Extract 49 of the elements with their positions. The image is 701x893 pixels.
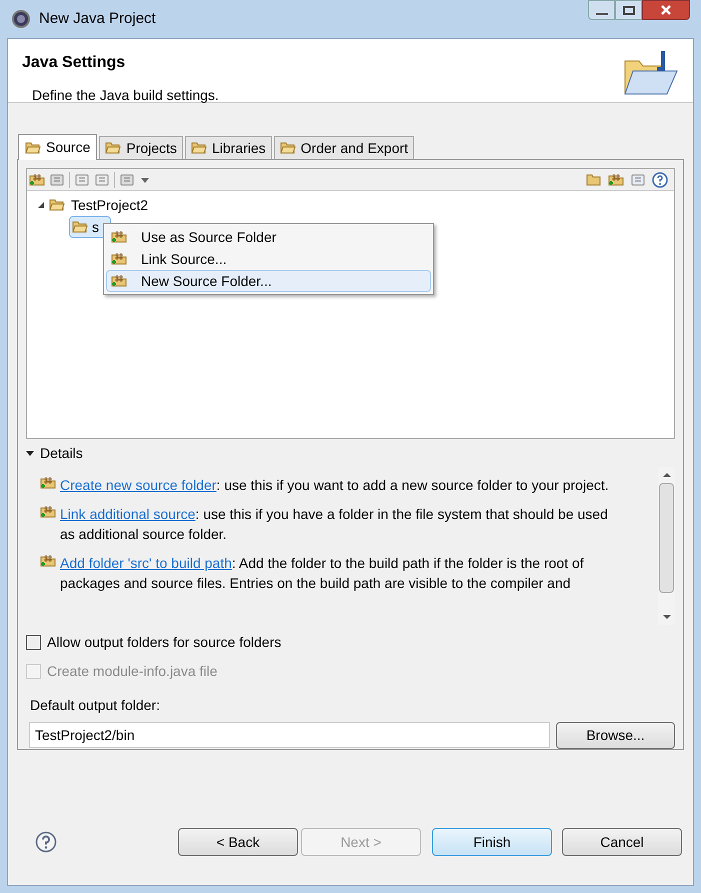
folder-icon	[40, 553, 56, 569]
tree-item[interactable]: TestProject2	[69, 194, 150, 216]
tab-icon	[25, 140, 41, 156]
menu-icon	[111, 251, 127, 267]
tab-icon	[105, 140, 122, 156]
tab-icon	[190, 140, 207, 156]
tab[interactable]: Order and Export	[274, 136, 414, 159]
menu-item[interactable]: New Source Folder...	[106, 270, 431, 292]
help-icon[interactable]	[652, 172, 668, 188]
output-folder-field[interactable]: TestProject2/bin	[29, 722, 550, 748]
dialog-button[interactable]: < Back	[178, 828, 298, 856]
expand-arrow-icon[interactable]	[37, 201, 45, 209]
tab[interactable]: Source	[18, 134, 98, 160]
folder-icon	[72, 219, 88, 235]
menu-item[interactable]: Link Source...	[106, 248, 431, 270]
minimize-button[interactable]	[588, 0, 615, 20]
details-link[interactable]: Create new source folder	[60, 477, 216, 493]
tab[interactable]: Projects	[99, 136, 183, 159]
tab[interactable]: Libraries	[184, 136, 272, 159]
details-link[interactable]: Add folder 'src' to build path	[60, 555, 232, 571]
project-icon	[49, 197, 65, 213]
app-icon	[11, 9, 31, 29]
checkbox[interactable]	[26, 635, 41, 650]
details-text: Create new source folder: use this if you want to add a new source folder to your project.	[60, 476, 610, 495]
page-title: Java Settings	[22, 53, 126, 73]
expand-arrow-icon	[26, 449, 34, 457]
browse-button[interactable]: Browse...	[556, 722, 675, 749]
checkbox-label: Create module-info.java file	[47, 662, 218, 681]
page-description: Define the Java build settings.	[31, 86, 219, 105]
help-icon[interactable]	[35, 831, 57, 853]
folder-icon	[40, 475, 56, 491]
dialog-button[interactable]: Finish	[432, 828, 552, 856]
new-folder-icon	[608, 172, 624, 188]
details-link[interactable]: Link additional source	[60, 506, 196, 522]
menu-icon	[111, 273, 127, 289]
menu-icon	[111, 229, 127, 245]
details-text: Link additional source: use this if you have a folder in the file system that should be used as additional source folder.	[60, 505, 609, 544]
add-folder-icon	[29, 172, 45, 188]
details-text: Add folder 'src' to build path: Add the folder to the build path if the folder is the root of packages and source files. Entries on the build path are visible to the compiler and	[60, 554, 585, 593]
field-label: Default output folder:	[30, 696, 161, 715]
close-icon	[660, 4, 672, 16]
details-toggle[interactable]: Details	[26, 441, 83, 465]
close-button[interactable]	[642, 0, 690, 20]
folder-icon	[40, 504, 56, 520]
checkbox-label: Allow output folders for source folders	[47, 633, 282, 652]
window-title: New Java Project	[39, 8, 156, 29]
maximize-button[interactable]	[615, 0, 642, 20]
dialog-button[interactable]: Cancel	[562, 828, 682, 856]
tab-icon	[280, 140, 296, 156]
